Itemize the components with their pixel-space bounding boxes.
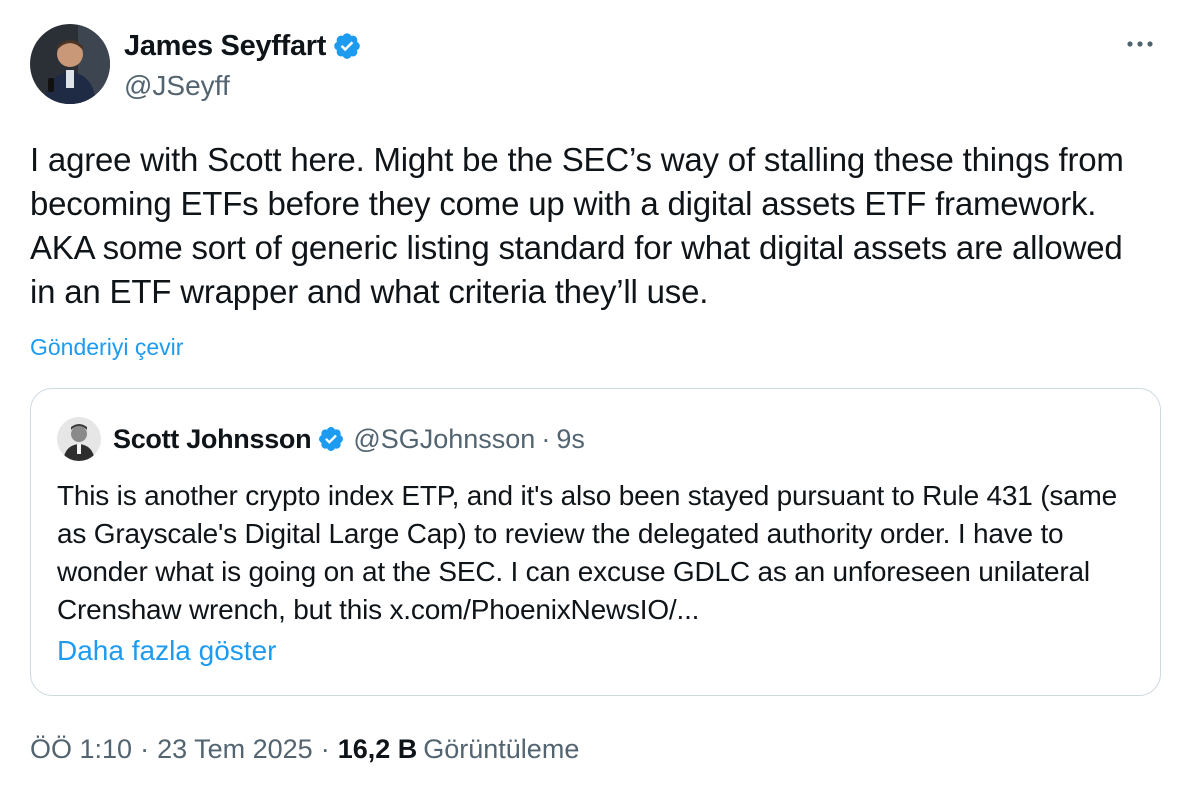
- more-horizontal-icon[interactable]: [1122, 30, 1158, 58]
- quoted-tweet[interactable]: Scott Johnsson @SGJohnsson · 9s This is …: [30, 388, 1161, 696]
- views-count[interactable]: 16,2 B: [338, 734, 418, 765]
- author-names: James Seyffart @JSeyff: [124, 28, 362, 104]
- tweet-header: James Seyffart @JSeyff: [30, 24, 362, 104]
- verified-badge-icon[interactable]: [332, 31, 362, 61]
- author-display-name[interactable]: James Seyffart: [124, 28, 326, 64]
- author-avatar[interactable]: [30, 24, 110, 104]
- quote-text: This is another crypto index ETP, and it…: [57, 480, 1118, 625]
- footer-separator: ·: [140, 734, 150, 764]
- tweet-footer: ÖÖ 1:10 · 23 Tem 2025 · 16,2 B Görüntüle…: [30, 734, 579, 765]
- quote-timestamp[interactable]: 9s: [556, 424, 585, 455]
- quote-header: Scott Johnsson @SGJohnsson · 9s: [57, 417, 585, 461]
- tweet-time[interactable]: ÖÖ 1:10: [30, 734, 132, 765]
- quote-verified-badge-icon[interactable]: [317, 425, 345, 453]
- show-more-link[interactable]: Daha fazla göster: [57, 635, 276, 667]
- views-label[interactable]: Görüntüleme: [423, 734, 579, 765]
- tweet-card: James Seyffart @JSeyff I agree with Scot…: [0, 0, 1192, 802]
- quote-author-avatar[interactable]: [57, 417, 101, 461]
- tweet-date[interactable]: 23 Tem 2025: [157, 734, 313, 765]
- quote-author-display-name[interactable]: Scott Johnsson: [113, 424, 312, 455]
- author-handle[interactable]: @JSeyff: [124, 68, 362, 104]
- quote-separator: ·: [541, 423, 551, 454]
- footer-separator: ·: [320, 734, 330, 764]
- avatar-photo-icon: [30, 24, 110, 104]
- tweet-text: I agree with Scott here. Might be the SE…: [30, 141, 1124, 310]
- quote-author-handle[interactable]: @SGJohnsson: [353, 424, 535, 455]
- quote-avatar-photo-icon: [57, 417, 101, 461]
- name-row: James Seyffart: [124, 28, 362, 64]
- translate-link[interactable]: Gönderiyi çevir: [30, 334, 183, 361]
